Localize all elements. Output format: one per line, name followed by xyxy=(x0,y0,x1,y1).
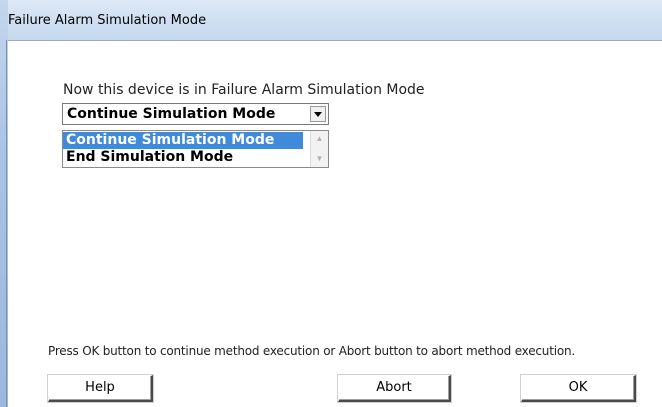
abort-button[interactable]: Abort xyxy=(338,375,451,402)
dialog-window: Failure Alarm Simulation Mode Now this d… xyxy=(0,0,662,407)
dropdown-selected-value: Continue Simulation Mode xyxy=(67,106,276,122)
title-bar[interactable]: Failure Alarm Simulation Mode xyxy=(0,0,662,41)
status-message: Now this device is in Failure Alarm Simu… xyxy=(63,82,425,98)
window-left-border-line xyxy=(6,40,7,407)
scroll-up-arrow-icon[interactable]: ▲ xyxy=(311,133,328,145)
dialog-content: Now this device is in Failure Alarm Simu… xyxy=(8,41,662,407)
chevron-down-icon[interactable] xyxy=(310,106,326,122)
option-end-simulation[interactable]: End Simulation Mode xyxy=(63,149,303,166)
window-title: Failure Alarm Simulation Mode xyxy=(8,13,207,28)
instruction-text: Press OK button to continue method execu… xyxy=(48,344,576,358)
dropdown-options-list[interactable]: Continue Simulation Mode End Simulation … xyxy=(62,130,329,168)
help-button[interactable]: Help xyxy=(48,375,153,402)
window-left-border xyxy=(0,0,8,407)
option-continue-simulation[interactable]: Continue Simulation Mode xyxy=(63,132,303,149)
ok-button[interactable]: OK xyxy=(521,375,636,402)
list-scrollbar[interactable]: ▲ ▼ xyxy=(310,131,328,167)
simulation-mode-dropdown[interactable]: Continue Simulation Mode xyxy=(62,103,329,125)
scroll-down-arrow-icon[interactable]: ▼ xyxy=(311,153,328,165)
